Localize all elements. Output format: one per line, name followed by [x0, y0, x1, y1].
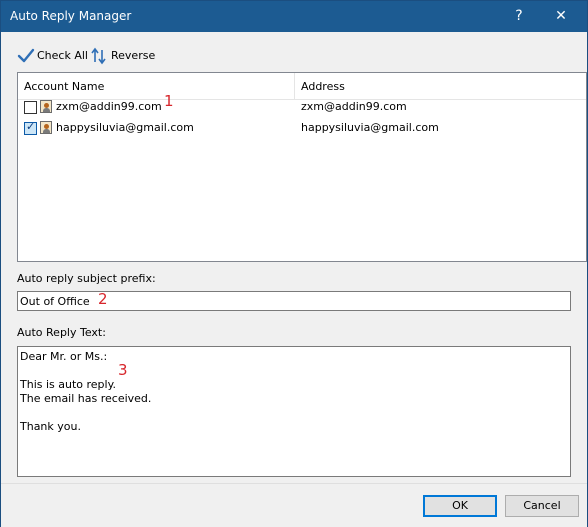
column-divider[interactable]: [294, 73, 295, 99]
annotation-marker: 2: [98, 290, 108, 308]
account-address: happysiluvia@gmail.com: [301, 121, 439, 134]
checkmark-icon: [17, 48, 35, 63]
subject-prefix-input[interactable]: Out of Office 2: [17, 290, 571, 311]
checkmark-icon: ✓: [26, 120, 36, 133]
account-checkbox[interactable]: [24, 101, 37, 114]
reply-text-area[interactable]: Dear Mr. or Ms.: This is auto reply. The…: [17, 346, 571, 477]
annotation-marker: 3: [118, 361, 128, 379]
account-name: zxm@addin99.com: [56, 100, 162, 113]
reply-text-line: The email has received.: [20, 392, 152, 405]
title-bar: Auto Reply Manager ? ✕: [1, 1, 587, 32]
account-row[interactable]: zxm@addin99.com zxm@addin99.com: [18, 98, 586, 118]
auto-reply-manager-dialog: Auto Reply Manager ? ✕ Check All Reverse…: [0, 0, 588, 527]
account-name: happysiluvia@gmail.com: [56, 121, 194, 134]
account-row[interactable]: ✓ happysiluvia@gmail.com happysiluvia@gm…: [18, 119, 586, 139]
column-header-account-name[interactable]: Account Name: [24, 80, 104, 93]
annotation-marker: 1: [164, 92, 174, 110]
account-icon: [40, 121, 52, 134]
reverse-arrows-icon: [91, 47, 106, 65]
account-icon: [40, 100, 52, 113]
reply-text-line: This is auto reply.: [20, 378, 117, 391]
column-header-address[interactable]: Address: [301, 80, 345, 93]
cancel-button[interactable]: Cancel: [505, 495, 579, 517]
subject-prefix-value: Out of Office: [20, 295, 90, 308]
help-button[interactable]: ?: [499, 1, 539, 32]
reply-text-line: Dear Mr. or Ms.:: [20, 350, 108, 363]
window-title: Auto Reply Manager: [10, 9, 132, 23]
account-checkbox-checked[interactable]: ✓: [24, 120, 37, 135]
check-all-label: Check All: [37, 49, 88, 62]
check-all-button[interactable]: Check All: [17, 45, 88, 67]
dialog-footer: OK Cancel: [1, 483, 587, 527]
account-address: zxm@addin99.com: [301, 100, 407, 113]
accounts-list-header: Account Name Address: [18, 73, 586, 100]
reverse-button[interactable]: Reverse: [91, 45, 161, 67]
reverse-label: Reverse: [111, 49, 156, 62]
close-button[interactable]: ✕: [541, 1, 581, 32]
accounts-list[interactable]: Account Name Address zxm@addin99.com zxm…: [17, 72, 587, 262]
ok-button[interactable]: OK: [423, 495, 497, 517]
subject-prefix-label: Auto reply subject prefix:: [17, 272, 156, 285]
reply-text-line: Thank you.: [20, 420, 81, 433]
reply-text-label: Auto Reply Text:: [17, 326, 106, 339]
